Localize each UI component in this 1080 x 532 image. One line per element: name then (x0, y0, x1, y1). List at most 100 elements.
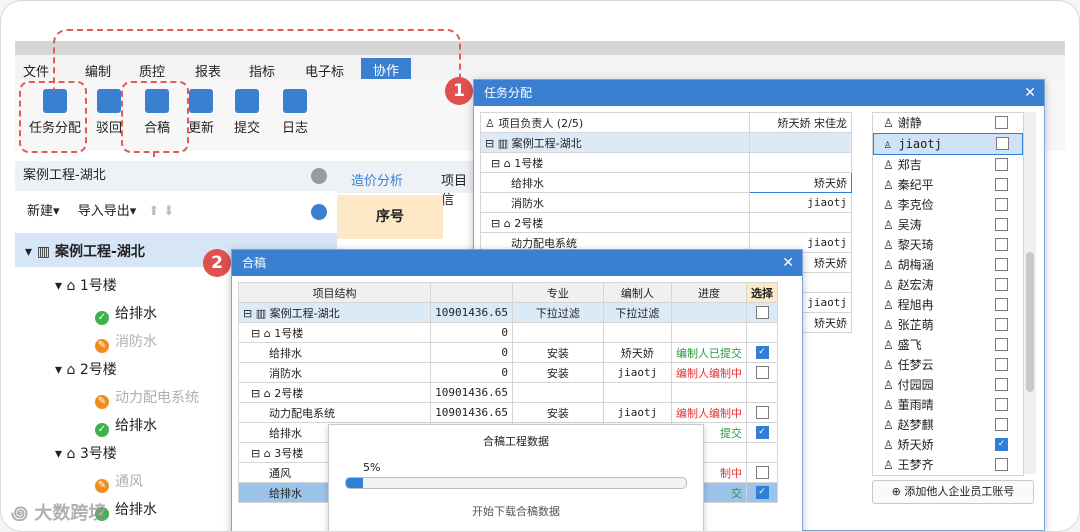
row-checkbox[interactable] (755, 366, 769, 380)
project-header: 案例工程-湖北 (15, 161, 337, 191)
assignee-cell-active[interactable]: 矫天娇 (749, 172, 852, 193)
collapse-icon[interactable] (311, 168, 327, 184)
edit-icon: ✎ (95, 395, 109, 409)
list-item[interactable]: ♙ 王梦齐 (873, 455, 1023, 475)
edit-icon: ✎ (95, 339, 109, 353)
select-all-checkbox[interactable] (755, 306, 769, 320)
row-checkbox[interactable] (755, 406, 769, 420)
log-button[interactable]: 日志 (273, 89, 317, 136)
table-row: ⊟ ⌂ 2号楼 (480, 212, 852, 233)
list-item[interactable]: ♙ 胡梅涵 (873, 255, 1023, 275)
check-icon: ✓ (95, 311, 109, 325)
reject-icon (97, 89, 121, 113)
table-row: ⊟ ⌂ 1号楼 (480, 152, 852, 173)
home-icon: ⌂ (66, 446, 76, 462)
table-header: 项目结构 专业 编制人 进度 选择 (237, 282, 778, 303)
list-item[interactable]: ♙ 吴涛 (873, 215, 1023, 235)
task-dialog-titlebar: 任务分配 ✕ (474, 80, 1044, 106)
list-item[interactable]: ♙ 董雨晴 (873, 395, 1023, 415)
people-scrollbar[interactable] (1024, 112, 1036, 474)
list-item[interactable]: ♙ jiaotj (873, 133, 1023, 155)
people-list: ♙ 谢静 ♙ jiaotj ♙ 郑吉 ♙ 秦纪平 ♙ 李克俭 ♙ 吴涛 ♙ 黎天… (872, 112, 1024, 476)
tree-item-fire-water[interactable]: ✎ 消防水 (95, 331, 157, 353)
row-checkbox[interactable] (755, 466, 769, 480)
list-item[interactable]: ♙ 任梦云 (873, 355, 1023, 375)
list-item[interactable]: ♙ 黎天琦 (873, 235, 1023, 255)
list-item[interactable]: ♙ 赵宏涛 (873, 275, 1023, 295)
check-icon: ✓ (95, 423, 109, 437)
download-icon[interactable] (311, 204, 327, 220)
editor-filter[interactable]: 下拉过滤 (602, 302, 672, 323)
col-header-index: 序号 (337, 195, 443, 239)
list-item[interactable]: ♙ 李克俭 (873, 195, 1023, 215)
progress-popup: 合稿工程数据 5% 开始下载合稿数据 (328, 424, 704, 531)
close-icon[interactable]: ✕ (1024, 80, 1036, 106)
list-item[interactable]: ♙ 程旭冉 (873, 295, 1023, 315)
check-icon[interactable]: ✓ (755, 486, 769, 500)
callout-2: 2 (203, 249, 231, 277)
progress-bar (345, 477, 687, 489)
merge-dialog: 合稿 ✕ 项目结构 专业 编制人 进度 选择 ⊟ ▥ 案例工程-湖北 109014… (231, 249, 803, 531)
close-icon[interactable]: ✕ (782, 250, 794, 276)
tree-item-water-2[interactable]: ✓ 给排水 (95, 415, 157, 437)
screenshot-frame: 文件 编制 质控 报表 指标 电子标 协作 任务分配 驳回 合稿 更新 提交 日… (0, 0, 1080, 532)
submit-icon (235, 89, 259, 113)
progress-status: 开始下载合稿数据 (472, 505, 560, 518)
check-icon: ✓ (995, 438, 1008, 451)
table-row: 消防水 0 安装 jiaotj 编制人编制中 (237, 362, 778, 383)
tree-building-1[interactable]: ▾ ⌂ 1号楼 (55, 275, 117, 295)
table-row: ⊟ ⌂ 2号楼 10901436.65 (237, 382, 778, 403)
plus-icon: ⊕ (891, 485, 901, 498)
callout-guide-1 (53, 29, 461, 91)
tree-root[interactable]: ▾ ▥ 案例工程-湖北 (25, 241, 145, 261)
new-menu[interactable]: 新建▾ (27, 204, 60, 219)
watermark-logo-icon: ꩜ (11, 503, 29, 524)
table-row: 消防水 jiaotj (480, 192, 852, 213)
tree-item-water-1[interactable]: ✓ 给排水 (95, 303, 157, 325)
tree-item-power[interactable]: ✎ 动力配电系统 (95, 387, 199, 409)
list-item[interactable]: ♙ 秦纪平 (873, 175, 1023, 195)
table-row: ⊟ ▥ 案例工程-湖北 (480, 132, 852, 153)
progress-percent: 5% (363, 461, 381, 474)
progress-fill (346, 478, 363, 488)
callout-1: 1 (445, 77, 473, 105)
list-item[interactable]: ♙ 矫天娇 ✓ (873, 435, 1023, 455)
table-row: 给排水 0 安装 矫天娇 编制人已提交 ✓ (237, 342, 778, 363)
table-row: 给排水 矫天娇 (480, 172, 852, 193)
tree-item-vent[interactable]: ✎ 通风 (95, 471, 143, 493)
tab-cost-analysis[interactable]: 造价分析 (351, 170, 403, 189)
move-up-icon[interactable]: ⬆ (148, 204, 159, 219)
home-icon: ⌂ (66, 362, 76, 378)
edit-icon: ✎ (95, 479, 109, 493)
progress-title: 合稿工程数据 (483, 435, 549, 448)
person-checkbox (996, 137, 1009, 150)
update-icon (189, 89, 213, 113)
list-item[interactable]: ♙ 郑吉 (873, 155, 1023, 175)
list-item[interactable]: ♙ 张芷萌 (873, 315, 1023, 335)
submit-button[interactable]: 提交 (225, 89, 269, 136)
check-icon[interactable]: ✓ (755, 426, 769, 440)
tree-building-3[interactable]: ▾ ⌂ 3号楼 (55, 443, 117, 463)
panel-actions: 新建▾ 导入导出▾ ⬆ ⬇ (15, 197, 337, 227)
list-item[interactable]: ♙ 付园园 (873, 375, 1023, 395)
list-item[interactable]: ♙ 赵梦麒 (873, 415, 1023, 435)
move-down-icon[interactable]: ⬇ (163, 204, 174, 219)
callout-box-merge (121, 81, 189, 153)
table-row: ♙ 项目负责人 (2/5) 矫天娇 宋佳龙 (480, 112, 852, 133)
building-icon: ▥ (36, 244, 51, 260)
log-icon (283, 89, 307, 113)
menu-file[interactable]: 文件 (23, 61, 49, 80)
major-filter[interactable]: 下拉过滤 (511, 302, 604, 323)
table-row: ⊟ ▥ 案例工程-湖北 10901436.65 下拉过滤 下拉过滤 (237, 302, 778, 323)
tab-project-info[interactable]: 项目信 (441, 170, 477, 208)
tree-building-2[interactable]: ▾ ⌂ 2号楼 (55, 359, 117, 379)
scrollbar-thumb[interactable] (1026, 252, 1034, 392)
list-item[interactable]: ♙ 盛飞 (873, 335, 1023, 355)
list-item[interactable]: ♙ 谢静 (873, 113, 1023, 133)
home-icon: ⌂ (66, 278, 76, 294)
add-employee-button[interactable]: ⊕ 添加他人企业员工账号 (872, 480, 1034, 504)
check-icon[interactable]: ✓ (755, 346, 769, 360)
callout-box-task (19, 81, 87, 153)
import-export-menu[interactable]: 导入导出▾ (78, 204, 137, 219)
merge-dialog-titlebar: 合稿 ✕ (232, 250, 802, 276)
